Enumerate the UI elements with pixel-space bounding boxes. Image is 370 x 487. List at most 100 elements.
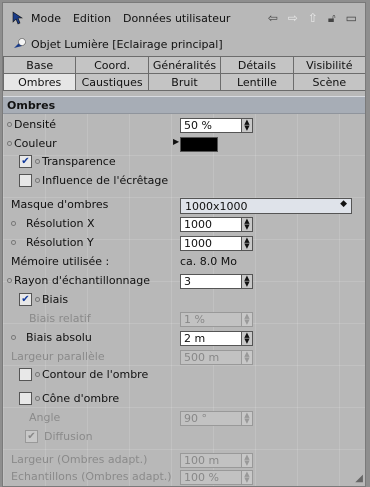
resize-grip-icon[interactable]: ◢ (355, 473, 363, 484)
adapt-samples-label: Echantillons (Ombres adapt.) (11, 470, 172, 483)
shadow-cone-checkbox[interactable] (19, 392, 32, 405)
res-y-stepper[interactable]: ▲ ▼ (241, 236, 253, 251)
clipping-checkbox[interactable] (19, 174, 32, 187)
bias-absolute-stepper[interactable]: ▲ ▼ (241, 331, 253, 346)
shadow-map-row: Masque d'ombres (11, 196, 108, 213)
diffusion-label: Diffusion (44, 430, 93, 443)
sample-radius-stepper[interactable]: ▲ ▼ (241, 274, 253, 289)
color-row: Couleur (7, 135, 57, 152)
sample-radius-label: Rayon d'échantillonnage (14, 274, 151, 287)
sample-radius-row: Rayon d'échantillonnage (7, 272, 150, 289)
res-x-input[interactable]: 1000 (180, 217, 242, 232)
attributes-panel: Mode Edition Données utilisateur ⇦ ⇨ ⇧ 🔓… (2, 2, 366, 487)
shadow-map-value: 1000x1000 (185, 199, 248, 213)
tab-coord[interactable]: Coord. (75, 56, 149, 74)
menu-mode[interactable]: Mode (31, 12, 61, 25)
density-stepper[interactable]: ▲ ▼ (241, 118, 253, 133)
diffusion-checkbox: ✔ (25, 430, 38, 443)
animation-dot-icon[interactable] (7, 141, 12, 146)
memory-row: Mémoire utilisée : (11, 253, 109, 270)
animation-dot-icon[interactable] (35, 372, 40, 377)
menu-user-data[interactable]: Données utilisateur (123, 12, 230, 25)
menu-edition[interactable]: Edition (73, 12, 111, 25)
tab-caustics[interactable]: Caustiques (75, 73, 149, 91)
clipping-label: Influence de l'écrêtage (42, 174, 169, 187)
light-object-icon (13, 38, 27, 50)
up-arrow-icon[interactable]: ⇧ (308, 11, 318, 26)
tab-noise[interactable]: Bruit (147, 73, 222, 91)
bias-relative-label: Biais relatif (29, 312, 91, 325)
memory-value: ca. 8.0 Mo (180, 255, 237, 268)
color-label: Couleur (14, 137, 57, 150)
tab-bar: Base Coord. Généralités Détails Visibili… (3, 56, 365, 91)
parallel-width-label: Largeur parallèle (11, 350, 105, 363)
angle-label: Angle (29, 411, 61, 424)
new-panel-icon[interactable]: ▭ (346, 11, 357, 26)
tab-shadows[interactable]: Ombres (3, 73, 77, 91)
bias-relative-input: 1 % (180, 312, 242, 327)
clipping-row: Influence de l'écrêtage (19, 172, 168, 189)
angle-input: 90 ° (180, 411, 242, 426)
tab-lens[interactable]: Lentille (220, 73, 294, 91)
res-y-input[interactable]: 1000 (180, 236, 242, 251)
density-row: Densité (7, 116, 56, 133)
density-input[interactable]: 50 % (180, 118, 242, 133)
parallel-width-stepper: ▲ ▼ (241, 350, 253, 365)
res-x-stepper[interactable]: ▲ ▼ (241, 217, 253, 232)
outline-row: Contour de l'ombre (19, 366, 148, 383)
tab-base[interactable]: Base (3, 56, 77, 74)
object-title: Objet Lumière [Eclairage principal] (31, 37, 223, 51)
res-y-label: Résolution Y (26, 236, 94, 249)
parallel-width-row: Largeur parallèle (11, 348, 105, 365)
angle-stepper: ▲ ▼ (241, 411, 253, 426)
animation-dot-icon[interactable] (35, 159, 40, 164)
animation-dot-icon[interactable] (35, 178, 40, 183)
shadow-map-label: Masque d'ombres (11, 198, 109, 211)
tab-visibility[interactable]: Visibilité (292, 56, 365, 74)
tab-scene[interactable]: Scène (292, 73, 365, 91)
adapt-width-row: Largeur (Ombres adapt.) (11, 451, 147, 468)
memory-value-row: ca. 8.0 Mo (180, 253, 237, 270)
shadow-cone-row: Cône d'ombre (19, 390, 119, 407)
section-header: Ombres (3, 96, 365, 114)
bias-relative-row: Biais relatif (29, 310, 91, 327)
animation-dot-icon[interactable] (7, 122, 12, 127)
sample-radius-input[interactable]: 3 (180, 274, 242, 289)
color-swatch[interactable] (180, 137, 218, 152)
tab-general[interactable]: Généralités (147, 56, 222, 74)
adapt-samples-stepper: ▲ ▼ (241, 470, 253, 485)
object-title-bar: Objet Lumière [Eclairage principal] (3, 35, 365, 53)
parallel-width-input: 500 m (180, 350, 242, 365)
toolbar-icons: ⇦ ⇨ ⇧ 🔓︎ ▭ (268, 11, 357, 26)
bias-checkbox[interactable]: ✔ (19, 293, 32, 306)
adapt-samples-row: Echantillons (Ombres adapt.) (11, 468, 172, 485)
density-label: Densité (14, 118, 57, 131)
expand-triangle-icon[interactable]: ▶ (173, 137, 179, 146)
forward-arrow-icon[interactable]: ⇨ (288, 11, 298, 26)
res-x-label: Résolution X (26, 217, 95, 230)
animation-dot-icon[interactable] (11, 221, 16, 226)
diffusion-row: ✔ Diffusion (25, 428, 93, 445)
animation-dot-icon[interactable] (11, 240, 16, 245)
transparency-checkbox[interactable]: ✔ (19, 155, 32, 168)
animation-dot-icon[interactable] (35, 396, 40, 401)
animation-dot-icon[interactable] (11, 335, 16, 340)
bias-absolute-row: Biais absolu (11, 329, 92, 346)
back-arrow-icon[interactable]: ⇦ (268, 11, 278, 26)
res-x-row: Résolution X (11, 215, 95, 232)
bias-label: Biais (42, 293, 69, 306)
bias-absolute-input[interactable]: 2 m (180, 331, 242, 346)
transparency-label: Transparence (42, 155, 116, 168)
bias-absolute-label: Biais absolu (26, 331, 92, 344)
dropdown-arrow-icon: ◆ (340, 199, 347, 209)
shadow-map-select[interactable]: 1000x1000 ◆ (180, 198, 352, 214)
lock-icon[interactable]: 🔓︎ (328, 11, 336, 26)
animation-dot-icon[interactable] (35, 297, 40, 302)
outline-label: Contour de l'ombre (42, 368, 149, 381)
adapt-width-input: 100 m (180, 453, 242, 468)
outline-checkbox[interactable] (19, 368, 32, 381)
res-y-row: Résolution Y (11, 234, 94, 251)
animation-dot-icon[interactable] (7, 278, 12, 283)
tab-details[interactable]: Détails (220, 56, 294, 74)
adapt-samples-input: 100 % (180, 470, 242, 485)
